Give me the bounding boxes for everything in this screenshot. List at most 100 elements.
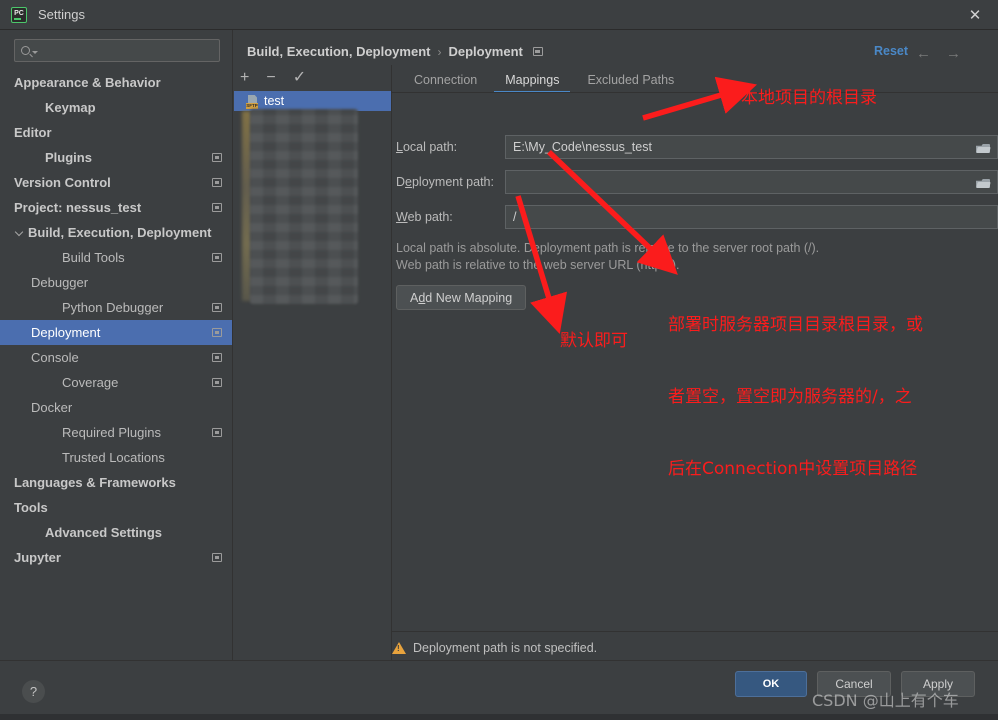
project-settings-icon[interactable] [212,303,222,312]
sidebar-item-build-execution-deployment[interactable]: Build, Execution, Deployment [0,220,232,245]
sidebar-item-build-tools[interactable]: Build Tools [0,245,232,270]
sidebar-item-label: Python Debugger [62,300,164,315]
add-new-mapping-label-pre: A [410,290,419,305]
sidebar-item-docker[interactable]: Docker [0,395,998,720]
pycharm-icon: PC [11,6,27,23]
project-settings-icon[interactable] [212,428,222,437]
tab-mappings[interactable]: Mappings [491,66,573,93]
search-box[interactable] [14,39,220,62]
settings-tree: Appearance & Behavior Keymap Editor Plugins… [0,70,998,720]
warning-icon [392,642,406,654]
add-new-mapping-mnemonic: d [418,290,426,305]
web-path-value: / [513,210,517,224]
nav-forward-icon[interactable]: → [946,45,961,62]
tab-connection[interactable]: Connection [400,66,491,93]
settings-sidebar: Appearance & Behavior Keymap Editor Plugins… [0,30,998,720]
project-settings-icon[interactable] [212,328,222,337]
tab-excluded-paths[interactable]: Excluded Paths [573,66,688,93]
deployment-path-label: Deployment path: [392,175,505,189]
sidebar-item-version-control[interactable]: Version Control [0,170,998,720]
breadcrumb-root[interactable]: Build, Execution, Deployment [247,44,430,59]
project-settings-icon[interactable] [212,203,222,212]
label-mnemonic: W [396,210,408,224]
server-list[interactable]: SFTP test [234,91,391,323]
deployment-path-input[interactable] [505,170,998,194]
breadcrumb: Build, Execution, Deployment › Deploymen… [247,44,543,59]
sidebar-item-label: Plugins [45,150,92,165]
label-post: eb path: [407,210,453,224]
sidebar-item-jupyter[interactable]: Jupyter [0,545,998,720]
sidebar-item-deployment[interactable]: Deployment [0,320,998,720]
sidebar-item-label: Advanced Settings [45,525,163,540]
project-settings-icon[interactable] [212,153,222,162]
project-settings-icon[interactable] [212,353,222,362]
sidebar-item-project-nessus-test[interactable]: Project: nessus_test [0,195,998,720]
plus-icon[interactable]: + [240,70,249,86]
label-post: ocal path: [402,140,458,154]
add-new-mapping-button[interactable]: Add New Mapping [396,285,527,310]
project-settings-icon[interactable] [212,378,222,387]
server-list-toolbar: + − ✓ [234,65,391,91]
search-input[interactable] [38,43,219,58]
sidebar-item-appearance-behavior[interactable]: Appearance & Behavior [0,70,998,720]
check-icon[interactable]: ✓ [293,70,306,86]
sidebar-item-plugins[interactable]: Plugins [0,145,232,170]
local-path-input[interactable]: E:\My_Code\nessus_test [505,135,998,159]
web-path-label: Web path: [392,210,505,224]
title-bar: PC Settings ✕ [0,0,998,30]
sidebar-item-debugger[interactable]: Debugger [0,270,998,720]
project-settings-icon[interactable] [212,178,222,187]
sidebar-item-label: Console [31,350,79,365]
sidebar-item-advanced-settings[interactable]: Advanced Settings [0,520,232,545]
ok-button[interactable]: OK [735,671,807,697]
reset-link[interactable]: Reset [874,44,908,58]
local-path-row: Local path: E:\My_Code\nessus_test [392,135,998,159]
sidebar-item-label: Debugger [31,275,89,290]
sidebar-item-trusted-locations[interactable]: Trusted Locations [0,445,232,470]
close-icon[interactable]: ✕ [952,0,998,30]
project-settings-icon[interactable] [212,553,222,562]
nav-back-icon[interactable]: ← [916,45,931,62]
sidebar-item-required-plugins[interactable]: Required Plugins [0,420,232,445]
sftp-icon: SFTP [246,94,259,109]
annotation-deployment-line-1: 部署时服务器项目目录根目录，或 [668,315,923,335]
server-list-item-test[interactable]: SFTP test [234,91,391,111]
sidebar-item-languages-frameworks[interactable]: Languages & Frameworks [0,470,998,720]
annotation-deployment-path: 部署时服务器项目目录根目录，或 者置空，置空即为服务器的/，之 后在Connec… [668,265,923,529]
sidebar-item-label: Deployment [31,325,101,340]
sidebar-item-label: Trusted Locations [62,450,165,465]
minus-icon[interactable]: − [266,70,275,86]
annotation-local-path: 本地项目的根目录 [741,88,877,108]
sidebar-item-label: Build Tools [62,250,125,265]
browse-folder-icon[interactable] [976,177,991,188]
sidebar-item-label: Tools [14,500,48,515]
local-path-value: E:\My_Code\nessus_test [513,140,652,154]
sidebar-item-label: Coverage [62,375,119,390]
window-bottom-edge [0,714,998,720]
sidebar-item-tools[interactable]: Tools [0,495,998,720]
project-settings-icon[interactable] [532,47,543,56]
chevron-down-icon[interactable] [14,227,25,238]
project-settings-icon[interactable] [212,253,222,262]
sidebar-item-console[interactable]: Console [0,345,998,720]
sidebar-item-editor[interactable]: Editor [0,120,998,720]
deployment-path-row: Deployment path: [392,170,998,194]
sidebar-item-label: Jupyter [14,550,61,565]
sidebar-item-label: Editor [14,125,52,140]
web-path-input[interactable]: / [505,205,998,229]
label-mnemonic: e [405,175,412,189]
sidebar-item-coverage[interactable]: Coverage [0,370,232,395]
search-icon [21,46,30,55]
help-button[interactable]: ? [22,680,45,703]
browse-folder-icon[interactable] [976,142,991,153]
label-mnemonic: L [396,140,403,154]
search-wrapper [0,30,232,62]
sidebar-item-python-debugger[interactable]: Python Debugger [0,295,232,320]
sidebar-item-keymap[interactable]: Keymap [0,95,232,120]
